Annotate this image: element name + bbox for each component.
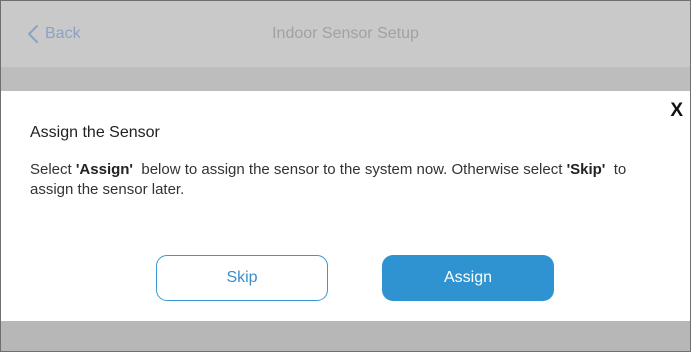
app-window: Back Indoor Sensor Setup X Assign the Se…: [0, 0, 691, 352]
subheader-band: [1, 67, 690, 91]
page-title: Indoor Sensor Setup: [272, 25, 419, 42]
skip-button[interactable]: Skip: [156, 255, 328, 301]
footer-band: [1, 321, 690, 351]
close-button[interactable]: X: [670, 101, 683, 120]
assign-sensor-dialog: X Assign the Sensor Select 'Assign' belo…: [1, 91, 690, 321]
message-text: below to assign the sensor to the system…: [133, 161, 567, 178]
skip-reference: 'Skip': [566, 161, 606, 178]
message-text: Select: [30, 161, 76, 178]
dialog-message: Select 'Assign' below to assign the sens…: [30, 160, 670, 200]
assign-button[interactable]: Assign: [382, 255, 554, 301]
assign-button-label: Assign: [443, 269, 493, 286]
header-bar: Back Indoor Sensor Setup: [1, 1, 690, 67]
dialog-title: Assign the Sensor: [30, 124, 160, 141]
assign-reference: 'Assign': [75, 161, 134, 178]
skip-button-label: Skip: [226, 269, 258, 286]
